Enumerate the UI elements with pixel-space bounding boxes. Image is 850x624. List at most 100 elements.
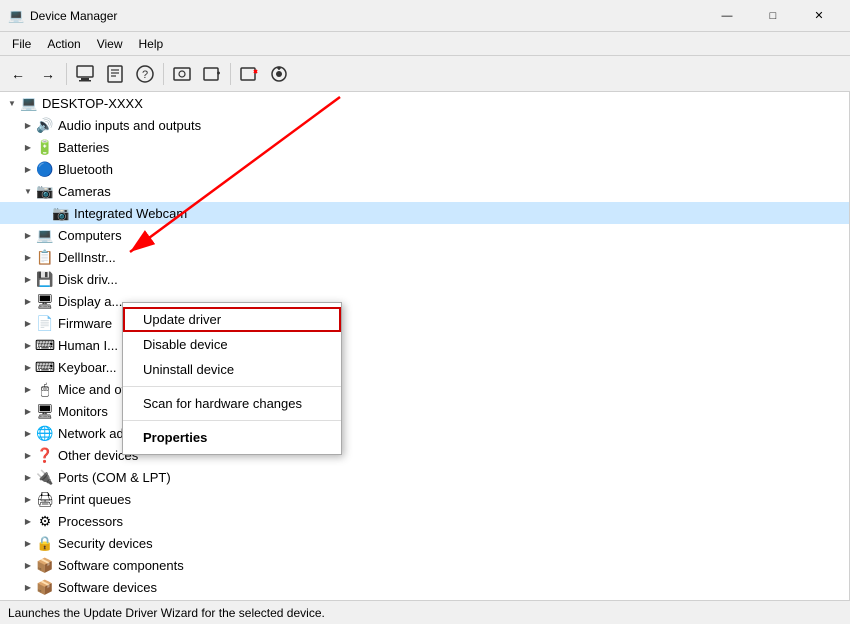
context-menu: Update driver Disable device Uninstall d… — [122, 302, 342, 455]
scan-button[interactable] — [168, 60, 196, 88]
status-text: Launches the Update Driver Wizard for th… — [8, 606, 325, 620]
icon-security: 🔒 — [36, 534, 54, 552]
arrow-software-devices — [20, 579, 36, 595]
ctx-update-driver[interactable]: Update driver — [123, 307, 341, 332]
icon-ports: 🔌 — [36, 468, 54, 486]
label-software-components: Software components — [58, 558, 184, 573]
toolbar: ← → ? — [0, 56, 850, 92]
label-keyboard: Keyboar... — [58, 360, 117, 375]
tree-item-batteries[interactable]: 🔋 Batteries — [0, 136, 849, 158]
minimize-button[interactable]: — — [704, 0, 750, 32]
icon-bluetooth: 🔵 — [36, 160, 54, 178]
tree-item-ports[interactable]: 🔌Ports (COM & LPT) — [0, 466, 849, 488]
tree-item-computers[interactable]: 💻Computers — [0, 224, 849, 246]
label-monitors: Monitors — [58, 404, 108, 419]
tree-item-sound[interactable]: 🔊Sound, video and game controllers — [0, 598, 849, 600]
icon-software-components: 📦 — [36, 556, 54, 574]
menu-help[interactable]: Help — [131, 34, 172, 54]
arrow-network — [20, 425, 36, 441]
update-driver-button[interactable] — [265, 60, 293, 88]
icon-computers: 💻 — [36, 226, 54, 244]
ctx-scan-hardware[interactable]: Scan for hardware changes — [123, 391, 341, 416]
label-software-devices: Software devices — [58, 580, 157, 595]
arrow-other — [20, 447, 36, 463]
icon-cameras: 📷 — [36, 182, 54, 200]
menu-bar: File Action View Help — [0, 32, 850, 56]
help-button[interactable]: ? — [131, 60, 159, 88]
back-button[interactable]: ← — [4, 60, 32, 88]
label-display: Display a... — [58, 294, 122, 309]
icon-monitors: 🖥 — [36, 402, 54, 420]
icon-audio: 🔊 — [36, 116, 54, 134]
arrow-monitors — [20, 403, 36, 419]
menu-action[interactable]: Action — [39, 34, 88, 54]
add-driver-button[interactable] — [198, 60, 226, 88]
tree-item-cameras[interactable]: 📷Cameras — [0, 180, 849, 202]
label-disk-drives: Disk driv... — [58, 272, 118, 287]
icon-integrated-webcam: 📷 — [52, 204, 70, 222]
main-area: 💻 DESKTOP-XXXX 🔊 Audio inputs and outputs… — [0, 92, 850, 600]
title-bar: 💻 Device Manager — □ ✕ — [0, 0, 850, 32]
uninstall-button[interactable] — [235, 60, 263, 88]
ctx-separator-2 — [123, 420, 341, 421]
arrow-firmware — [20, 315, 36, 331]
arrow-cameras — [20, 183, 36, 199]
arrow-print — [20, 491, 36, 507]
tree-item-software-devices[interactable]: 📦 Software devices — [0, 576, 849, 598]
arrow-processors — [20, 513, 36, 529]
root-arrow — [4, 95, 20, 111]
forward-button[interactable]: → — [34, 60, 62, 88]
label-batteries: Batteries — [58, 140, 109, 155]
show-pc-button[interactable] — [71, 60, 99, 88]
icon-processors: ⚙ — [36, 512, 54, 530]
icon-software-devices: 📦 — [36, 578, 54, 596]
icon-network: 🌐 — [36, 424, 54, 442]
tree-item-dellinstru[interactable]: 📋DellInstr... — [0, 246, 849, 268]
arrow-software-components — [20, 557, 36, 573]
arrow-computers — [20, 227, 36, 243]
computer-icon: 💻 — [20, 94, 38, 112]
icon-batteries: 🔋 — [36, 138, 54, 156]
menu-view[interactable]: View — [89, 34, 131, 54]
arrow-security — [20, 535, 36, 551]
tree-item-audio[interactable]: 🔊 Audio inputs and outputs — [0, 114, 849, 136]
label-audio: Audio inputs and outputs — [58, 118, 201, 133]
tree-item-disk-drives[interactable]: 💾 Disk driv... — [0, 268, 849, 290]
arrow-keyboard — [20, 359, 36, 375]
ctx-uninstall-device[interactable]: Uninstall device — [123, 357, 341, 382]
ctx-separator-1 — [123, 386, 341, 387]
tree-item-integrated-webcam[interactable]: 📷Integrated Webcam — [0, 202, 849, 224]
tree-item-software-components[interactable]: 📦 Software components — [0, 554, 849, 576]
maximize-button[interactable]: □ — [750, 0, 796, 32]
icon-disk-drives: 💾 — [36, 270, 54, 288]
svg-text:?: ? — [142, 69, 148, 81]
label-dellinstru: DellInstr... — [58, 250, 116, 265]
ctx-disable-device[interactable]: Disable device — [123, 332, 341, 357]
app-icon: 💻 — [8, 8, 24, 24]
arrow-disk-drives — [20, 271, 36, 287]
tree-root[interactable]: 💻 DESKTOP-XXXX — [0, 92, 849, 114]
arrow-display — [20, 293, 36, 309]
toolbar-sep-3 — [230, 63, 231, 85]
properties-button[interactable] — [101, 60, 129, 88]
ctx-properties[interactable]: Properties — [123, 425, 341, 450]
icon-other: ❓ — [36, 446, 54, 464]
menu-file[interactable]: File — [4, 34, 39, 54]
tree-item-print[interactable]: 🖨 Print queues — [0, 488, 849, 510]
label-security: Security devices — [58, 536, 153, 551]
tree-item-processors[interactable]: ⚙Processors — [0, 510, 849, 532]
label-bluetooth: Bluetooth — [58, 162, 113, 177]
icon-mice: 🖱 — [36, 380, 54, 398]
arrow-audio — [20, 117, 36, 133]
window-title: Device Manager — [30, 9, 704, 23]
close-button[interactable]: ✕ — [796, 0, 842, 32]
status-bar: Launches the Update Driver Wizard for th… — [0, 600, 850, 624]
toolbar-sep-1 — [66, 63, 67, 85]
icon-firmware: 📄 — [36, 314, 54, 332]
label-print: Print queues — [58, 492, 131, 507]
tree-item-security[interactable]: 🔒 Security devices — [0, 532, 849, 554]
arrow-mice — [20, 381, 36, 397]
root-label: DESKTOP-XXXX — [42, 96, 143, 111]
icon-print: 🖨 — [36, 490, 54, 508]
tree-item-bluetooth[interactable]: 🔵 Bluetooth — [0, 158, 849, 180]
